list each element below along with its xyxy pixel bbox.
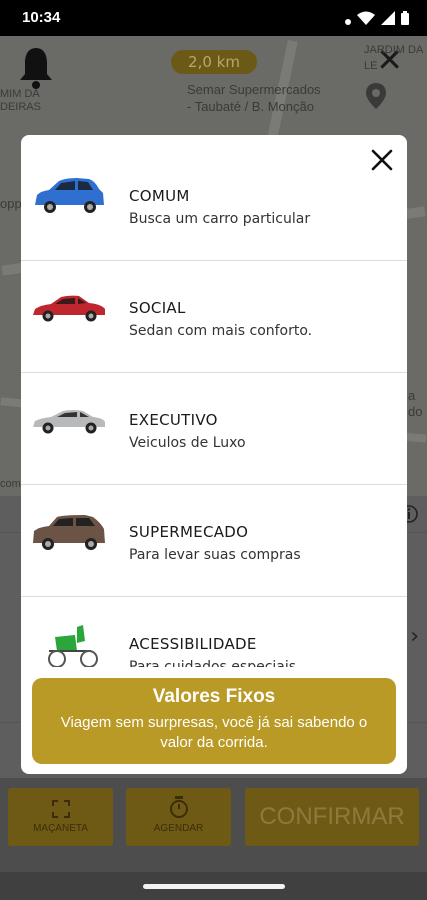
category-modal: COMUM Busca um carro particular SOCIAL S… [21, 135, 407, 774]
status-icons [345, 10, 409, 29]
macaneta-label: MAÇANETA [33, 823, 88, 834]
wifi-icon [357, 10, 375, 29]
chevron-right-icon[interactable]: › [410, 624, 419, 649]
category-item-acessibilidade[interactable]: ACESSIBILIDADE Para cuidados especiais [21, 597, 407, 667]
map-pin-icon [366, 83, 386, 113]
system-nav-bar [0, 872, 427, 900]
home-handle[interactable] [143, 884, 285, 889]
stopwatch-icon [126, 795, 231, 823]
fixed-price-banner: Valores Fixos Viagem sem surpresas, você… [32, 678, 396, 764]
place-address: - Taubaté / B. Monção [187, 99, 314, 114]
map-label: DEIRAS [0, 101, 41, 113]
category-subtitle: Busca um carro particular [129, 211, 311, 227]
category-subtitle: Veiculos de Luxo [129, 435, 246, 451]
expand-icon [8, 800, 113, 823]
category-title: SUPERMECADO [129, 523, 249, 541]
agendar-button[interactable]: AGENDAR [126, 788, 231, 846]
category-subtitle: Sedan com mais conforto. [129, 323, 313, 339]
bottom-actions: MAÇANETA AGENDAR CONFIRMAR [0, 778, 427, 872]
macaneta-button[interactable]: MAÇANETA [8, 788, 113, 846]
hatchback-car-icon [31, 173, 107, 219]
status-bar: 10:34 [0, 0, 427, 36]
sedan-car-icon [31, 285, 107, 331]
category-list[interactable]: COMUM Busca um carro particular SOCIAL S… [21, 149, 407, 667]
category-subtitle: Para levar suas compras [129, 547, 301, 563]
map-label: com [0, 478, 21, 490]
category-item-comum[interactable]: COMUM Busca um carro particular [21, 149, 407, 261]
category-item-social[interactable]: SOCIAL Sedan com mais conforto. [21, 261, 407, 373]
distance-badge: 2,0 km [171, 50, 257, 74]
map-label: JARDIM DA LE [364, 44, 423, 72]
category-item-supermecado[interactable]: SUPERMECADO Para levar suas compras [21, 485, 407, 597]
agendar-label: AGENDAR [153, 823, 204, 834]
map-label: opp [0, 196, 22, 211]
notification-dot-icon [345, 10, 351, 29]
suv-car-icon [31, 509, 107, 555]
map-label: a do [408, 388, 423, 419]
luxury-car-icon [31, 397, 107, 443]
category-title: COMUM [129, 187, 190, 205]
category-title: EXECUTIVO [129, 411, 218, 429]
place-name: Semar Supermercados [187, 82, 321, 97]
category-item-executivo[interactable]: EXECUTIVO Veiculos de Luxo [21, 373, 407, 485]
confirm-button[interactable]: CONFIRMAR [245, 788, 419, 846]
status-time: 10:34 [22, 9, 61, 26]
banner-title: Valores Fixos [152, 686, 276, 707]
banner-subtitle: Viagem sem surpresas, você já sai sabend… [60, 714, 368, 751]
wheelchair-icon [31, 621, 107, 667]
category-title: SOCIAL [129, 299, 186, 317]
signal-icon [381, 10, 395, 29]
category-subtitle: Para cuidados especiais [129, 659, 297, 667]
battery-icon [401, 10, 409, 29]
category-title: ACESSIBILIDADE [129, 635, 257, 653]
